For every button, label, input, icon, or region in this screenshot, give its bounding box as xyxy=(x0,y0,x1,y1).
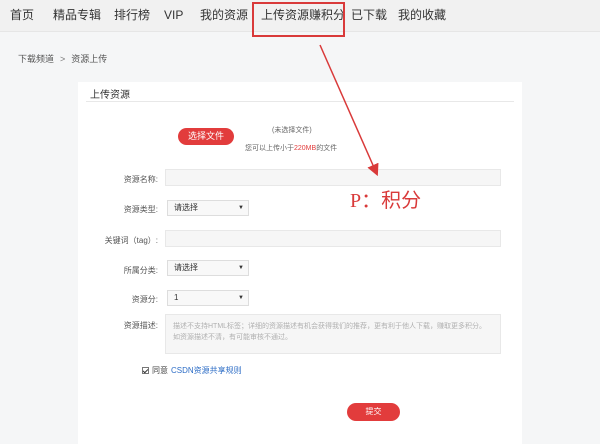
annotation-arrow xyxy=(319,44,379,177)
points-annotation: P：积分 xyxy=(350,190,422,212)
